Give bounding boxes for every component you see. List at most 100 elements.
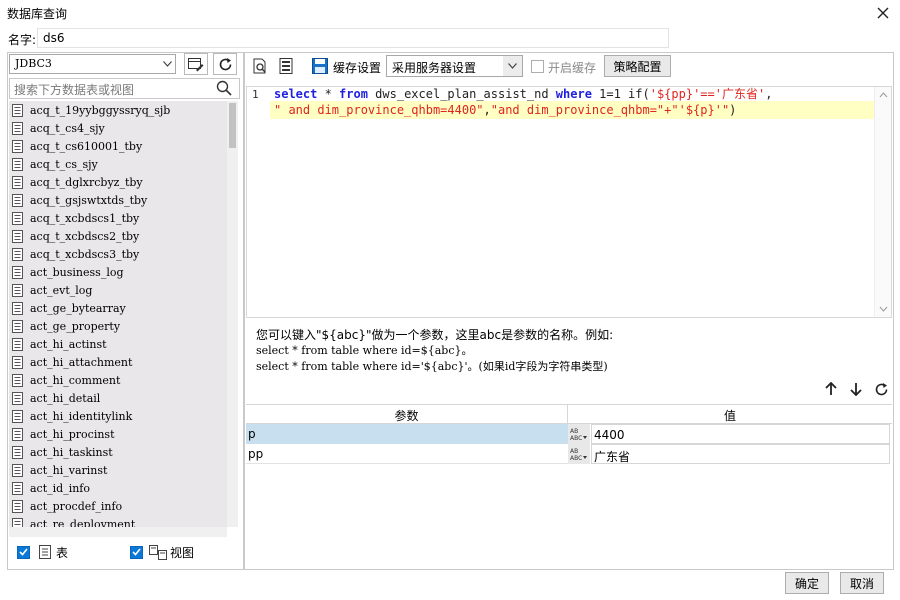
- sql-code[interactable]: select * from dws_excel_plan_assist_nd w…: [274, 86, 874, 118]
- hint-example: select * from table where id=${abc}。: [256, 344, 473, 357]
- svg-text:AB: AB: [570, 428, 578, 435]
- preview-button[interactable]: [249, 55, 271, 77]
- table-name: acq_t_xcbdscs1_tby: [30, 211, 140, 225]
- table-icon: [12, 391, 23, 405]
- table-search-input[interactable]: 搜索下方数据表或视图: [9, 78, 240, 99]
- table-list-scrollbar[interactable]: [227, 101, 238, 527]
- cancel-button[interactable]: 取消: [840, 572, 884, 594]
- edit-connection-icon: [188, 57, 204, 71]
- table-list-item[interactable]: act_hi_detail: [9, 389, 227, 407]
- title-bar: [0, 0, 900, 26]
- table-list-item[interactable]: act_ge_bytearray: [9, 299, 227, 317]
- table-list-item[interactable]: acq_t_cs610001_tby: [9, 137, 227, 155]
- param-value[interactable]: 4400: [591, 424, 890, 444]
- table-list-item[interactable]: act_hi_varinst: [9, 461, 227, 479]
- table-name: acq_t_cs_sjy: [30, 157, 98, 171]
- table-list-item[interactable]: act_ge_property: [9, 317, 227, 335]
- table-name: act_ge_bytearray: [30, 301, 126, 315]
- edit-connection-button[interactable]: [184, 53, 208, 75]
- strategy-config-button[interactable]: 策略配置: [604, 55, 671, 77]
- table-name: act_business_log: [30, 265, 124, 279]
- view-checkbox[interactable]: [130, 545, 144, 559]
- table-name: acq_t_xcbdscs2_tby: [30, 229, 140, 243]
- table-list-item[interactable]: act_hi_comment: [9, 371, 227, 389]
- enable-cache-label: 开启缓存: [548, 61, 597, 75]
- param-row[interactable]: p AB ABC 4400: [246, 424, 892, 444]
- cache-settings-button[interactable]: [309, 55, 331, 77]
- table-checkbox-label: 表: [56, 545, 69, 560]
- table-list-item[interactable]: acq_t_19yybggyssryq_sjb: [9, 101, 227, 119]
- table-list-item[interactable]: acq_t_gsjswtxtds_tby: [9, 191, 227, 209]
- param-name[interactable]: pp: [246, 444, 568, 464]
- refresh-icon: [875, 382, 887, 395]
- table-list-hscrollbar[interactable]: [9, 527, 227, 537]
- ok-button[interactable]: 确定: [785, 572, 829, 594]
- string-literal: '${pp}'=='广东省': [649, 87, 766, 101]
- refresh-icon: [219, 57, 231, 70]
- table-icon: [12, 229, 23, 243]
- chevron-down-icon[interactable]: [160, 55, 175, 73]
- table-list-item[interactable]: act_hi_attachment: [9, 353, 227, 371]
- table-list-item[interactable]: act_re_deployment: [9, 515, 227, 527]
- svg-text:ABC: ABC: [570, 455, 582, 462]
- move-up-button[interactable]: [820, 378, 842, 400]
- table-list-item[interactable]: acq_t_xcbdscs2_tby: [9, 227, 227, 245]
- code-text: 1=1 if(: [591, 87, 650, 101]
- table-list-scroll-thumb[interactable]: [229, 103, 236, 148]
- table-name: act_evt_log: [30, 283, 93, 297]
- table-list-item[interactable]: act_hi_procinst: [9, 425, 227, 443]
- close-button[interactable]: [872, 2, 894, 24]
- table-icon: [12, 175, 23, 189]
- code-text: ,: [765, 87, 773, 101]
- sql-template-button[interactable]: [275, 55, 297, 77]
- param-name[interactable]: p: [246, 424, 568, 444]
- move-down-button[interactable]: [845, 378, 867, 400]
- code-text: *: [317, 87, 340, 101]
- table-list-item[interactable]: acq_t_xcbdscs3_tby: [9, 245, 227, 263]
- table-list-item[interactable]: act_hi_taskinst: [9, 443, 227, 461]
- table-list-item[interactable]: act_id_info: [9, 479, 227, 497]
- table-checkbox[interactable]: [17, 545, 30, 559]
- table-list-item[interactable]: acq_t_xcbdscs1_tby: [9, 209, 227, 227]
- table-icon: [12, 103, 23, 117]
- table-name: act_hi_varinst: [30, 463, 108, 477]
- connection-select[interactable]: JDBC3: [9, 54, 176, 74]
- view-icon: [149, 544, 168, 560]
- table-icon: [12, 481, 23, 495]
- refresh-button[interactable]: [213, 53, 237, 75]
- table-list-item[interactable]: acq_t_cs4_sjy: [9, 119, 227, 137]
- name-input[interactable]: ds6: [37, 28, 669, 48]
- table-list-item[interactable]: act_hi_actinst: [9, 335, 227, 353]
- table-list-item[interactable]: acq_t_cs_sjy: [9, 155, 227, 173]
- param-row[interactable]: pp AB ABC 广东省: [246, 444, 892, 464]
- code-text: ): [729, 103, 737, 117]
- table-name: act_hi_identitylink: [30, 409, 133, 423]
- type-selector[interactable]: AB ABC: [568, 444, 590, 464]
- view-checkbox-label: 视图: [170, 545, 195, 560]
- refresh-params-button[interactable]: [870, 378, 892, 400]
- header-value: 值: [723, 408, 736, 423]
- type-selector[interactable]: AB ABC: [568, 424, 590, 444]
- table-icon: [12, 445, 23, 459]
- table-list-item[interactable]: acq_t_dglxrcbyz_tby: [9, 173, 227, 191]
- code-line-2: " and dim_province_qhbm=4400","and dim_p…: [274, 102, 874, 118]
- close-icon: [877, 7, 889, 19]
- sql-editor[interactable]: [246, 86, 892, 318]
- editor-scrollbar[interactable]: [874, 87, 891, 317]
- table-list-item[interactable]: act_evt_log: [9, 281, 227, 299]
- name-label: 名字:: [8, 33, 37, 47]
- table-name: acq_t_dglxrcbyz_tby: [30, 175, 143, 189]
- table-list-item[interactable]: act_hi_identitylink: [9, 407, 227, 425]
- cache-settings-label: 缓存设置: [333, 61, 382, 75]
- chevron-down-icon[interactable]: [503, 56, 522, 76]
- keyword: from: [339, 87, 368, 101]
- enable-cache-checkbox[interactable]: [531, 60, 544, 73]
- table-list-item[interactable]: act_procdef_info: [9, 497, 227, 515]
- table-name: act_procdef_info: [30, 499, 123, 513]
- table-list-item[interactable]: act_business_log: [9, 263, 227, 281]
- search-icon[interactable]: [216, 80, 234, 98]
- check-icon: [132, 548, 141, 556]
- table-name: act_hi_attachment: [30, 355, 133, 369]
- code-line-1: select * from dws_excel_plan_assist_nd w…: [274, 86, 874, 102]
- param-value[interactable]: 广东省: [591, 444, 890, 464]
